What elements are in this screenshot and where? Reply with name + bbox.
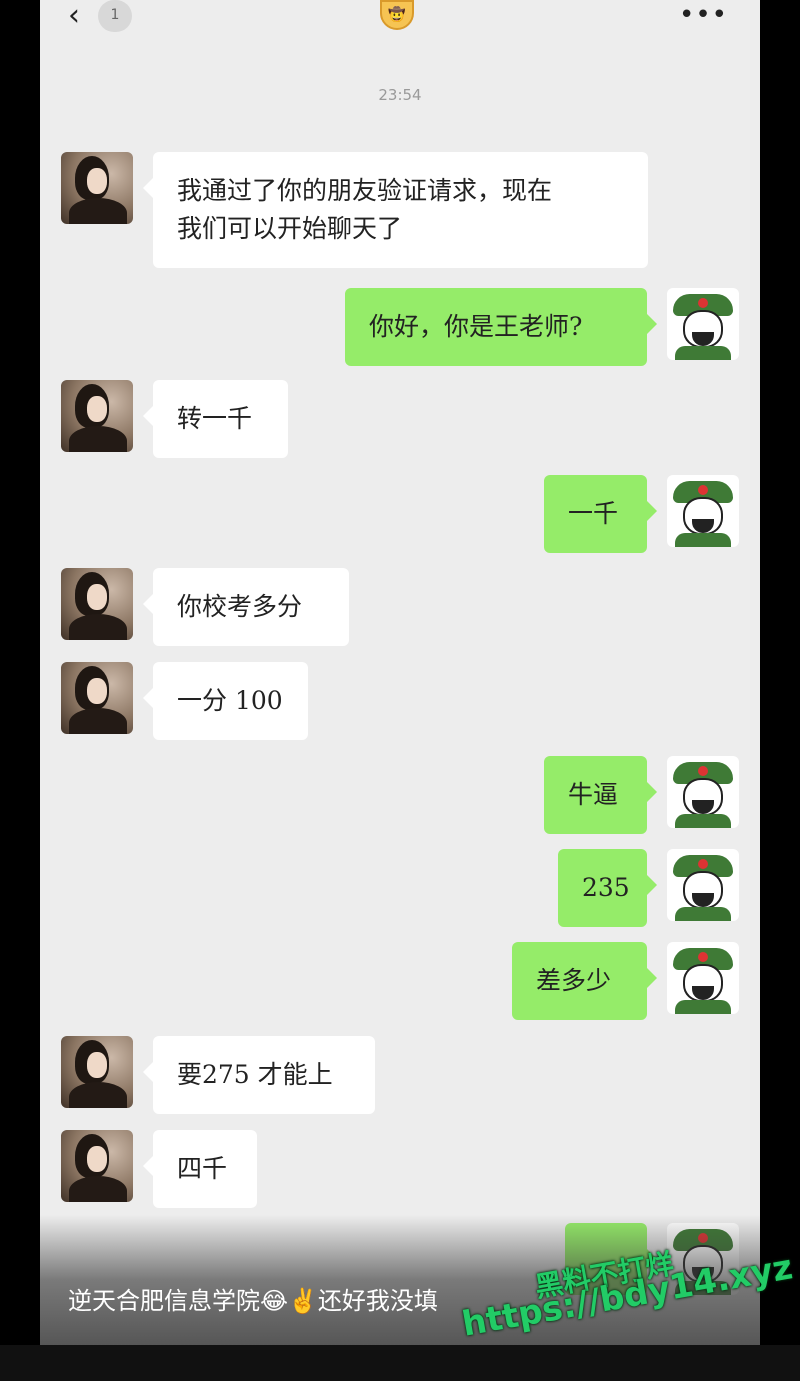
contact-avatar[interactable] xyxy=(61,1130,133,1202)
bottom-bar xyxy=(0,1345,800,1381)
video-caption: 逆天合肥信息学院😂✌️还好我没填 xyxy=(68,1287,438,1315)
contact-avatar[interactable] xyxy=(61,1036,133,1108)
my-avatar[interactable] xyxy=(667,849,739,921)
sent-message-bubble[interactable]: 一千 xyxy=(544,475,657,553)
back-arrow-icon[interactable]: ‹ xyxy=(68,1,88,31)
more-options-icon[interactable]: ••• xyxy=(679,2,728,28)
received-message-bubble[interactable]: 转一千 xyxy=(143,380,288,458)
my-avatar[interactable] xyxy=(667,756,739,828)
received-message-bubble[interactable]: 一分 100 xyxy=(143,662,308,740)
received-message-bubble[interactable]: 你校考多分 xyxy=(143,568,349,646)
my-avatar[interactable] xyxy=(667,475,739,547)
chat-screen: ‹ 1 🤠 ••• 23:54 我通过了你的朋友验证请求，现在 我们可以开始聊天… xyxy=(40,0,760,1345)
sent-message-bubble[interactable]: 差多少 xyxy=(512,942,657,1020)
chat-top-bar: ‹ 1 🤠 ••• xyxy=(40,0,760,40)
unread-badge[interactable]: 1 xyxy=(98,0,132,32)
received-message-bubble[interactable]: 四千 xyxy=(143,1130,257,1208)
contact-title-emoji-icon: 🤠 xyxy=(380,0,414,30)
my-avatar[interactable] xyxy=(667,288,739,360)
received-message-bubble[interactable]: 我通过了你的朋友验证请求，现在 我们可以开始聊天了 xyxy=(143,152,648,268)
contact-avatar[interactable] xyxy=(61,568,133,640)
sent-message-bubble[interactable]: 牛逼 xyxy=(544,756,657,834)
contact-avatar[interactable] xyxy=(61,152,133,224)
contact-avatar[interactable] xyxy=(61,662,133,734)
sent-message-bubble[interactable]: 235 xyxy=(558,849,657,927)
my-avatar[interactable] xyxy=(667,942,739,1014)
message-timestamp: 23:54 xyxy=(378,86,422,104)
sent-message-bubble[interactable]: 你好，你是王老师? xyxy=(345,288,657,366)
received-message-bubble[interactable]: 要275 才能上 xyxy=(143,1036,375,1114)
contact-avatar[interactable] xyxy=(61,380,133,452)
